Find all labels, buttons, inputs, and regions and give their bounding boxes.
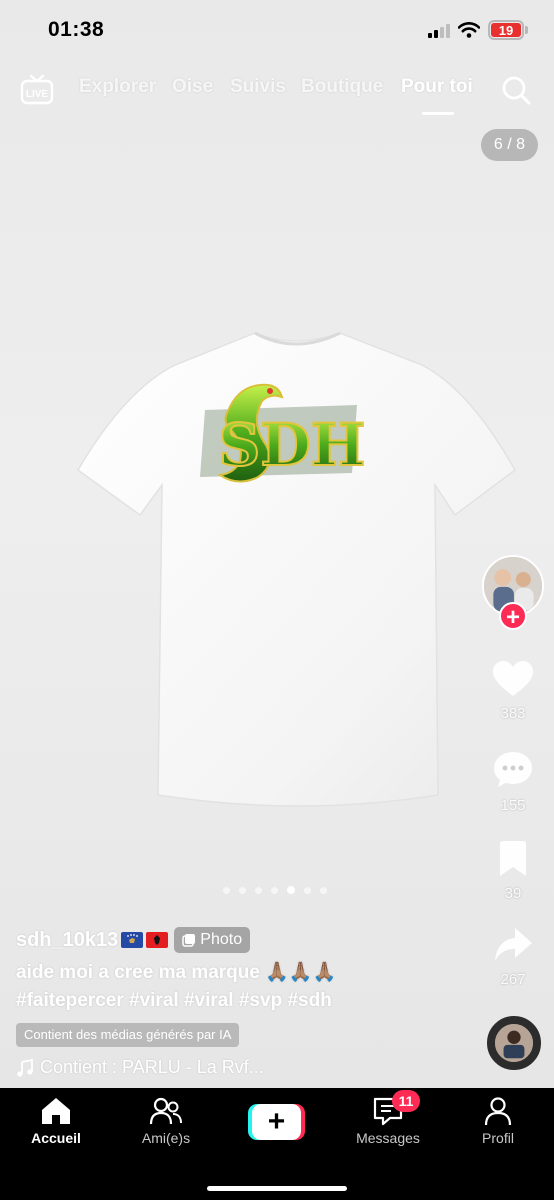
search-icon[interactable] (500, 74, 532, 106)
kosovo-flag (121, 932, 144, 948)
tab-pour-toi[interactable]: Pour toi (401, 76, 473, 98)
nav-friends[interactable]: Ami(e)s (116, 1096, 216, 1146)
create-button[interactable]: + (248, 1104, 305, 1140)
photo-icon (182, 934, 196, 947)
bottom-nav: Accueil Ami(e)s + Messages 11 Profil (0, 1088, 554, 1200)
carousel-dots (223, 886, 327, 894)
tshirt-image[interactable]: SDH (70, 325, 520, 845)
nav-profile[interactable]: Profil (448, 1096, 548, 1146)
heart-icon (493, 661, 533, 696)
nav-profile-label: Profil (482, 1130, 514, 1146)
battery-level: 19 (498, 22, 514, 38)
sound-disc-avatar[interactable] (487, 1016, 541, 1070)
post-caption: sdh_10k13 Photo aide moi a cree ma marqu… (16, 925, 476, 1078)
post-hashtags[interactable]: #faitepercer #viral #viral #svp #sdh (16, 987, 476, 1015)
friends-icon (149, 1097, 182, 1125)
share-icon (495, 928, 532, 961)
photo-badge-label: Photo (200, 931, 243, 948)
plus-icon: + (252, 1104, 301, 1140)
tab-boutique[interactable]: Boutique (301, 76, 383, 98)
signal-icon (428, 24, 450, 38)
nav-home-label: Accueil (31, 1130, 81, 1146)
nav-friends-label: Ami(e)s (141, 1130, 191, 1146)
comment-icon (494, 752, 532, 787)
like-button[interactable]: 383 (486, 660, 540, 722)
like-count: 383 (500, 705, 526, 722)
nav-home[interactable]: Accueil (6, 1096, 106, 1146)
follow-button[interactable]: + (499, 602, 527, 631)
photo-page-counter: 6 / 8 (481, 129, 538, 161)
ai-content-label[interactable]: Contient des médias générés par IA (16, 1023, 240, 1047)
music-title: Contient : PARLU - La Rvf... (40, 1057, 264, 1077)
wifi-icon (458, 22, 480, 38)
comment-button[interactable]: 155 (486, 750, 540, 814)
carousel-dot[interactable] (255, 886, 262, 894)
active-tab-indicator (422, 112, 454, 115)
tab-suivis[interactable]: Suivis (230, 76, 286, 98)
carousel-dot-active[interactable] (287, 886, 295, 894)
battery-tip (525, 26, 528, 34)
live-icon[interactable]: LIVE (20, 73, 54, 105)
save-button[interactable]: 39 (486, 840, 540, 902)
tab-oise[interactable]: Oise (172, 76, 213, 98)
carousel-dot[interactable] (239, 886, 246, 894)
profile-icon (484, 1097, 512, 1126)
carousel-dot[interactable] (320, 886, 327, 894)
feed-screen: 01:38 19 LIVE Explorer Oise Suivis Bouti… (0, 0, 554, 1088)
photo-badge: Photo (174, 927, 251, 953)
carousel-dot[interactable] (223, 886, 230, 894)
carousel-dot[interactable] (304, 886, 311, 894)
bookmark-icon (500, 841, 526, 876)
username[interactable]: sdh_10k13 (16, 929, 118, 952)
albania-flag (146, 932, 169, 948)
logo-text: SDH (219, 411, 366, 479)
music-note-icon (17, 1058, 33, 1077)
status-bar: 01:38 19 (0, 0, 554, 60)
battery-indicator: 19 (488, 20, 524, 40)
top-nav: LIVE Explorer Oise Suivis Boutique Pour … (0, 70, 554, 115)
post-description: aide moi a cree ma marque 🙏🏽🙏🏽🙏🏽 (16, 962, 337, 983)
music-row[interactable]: Contient : PARLU - La Rvf... (16, 1057, 476, 1078)
live-label: LIVE (26, 89, 49, 100)
tab-explorer[interactable]: Explorer (79, 76, 156, 98)
save-count: 39 (504, 885, 522, 902)
messages-badge: 11 (392, 1090, 420, 1112)
share-button[interactable]: 267 (486, 926, 540, 988)
home-indicator (207, 1186, 347, 1191)
nav-messages-label: Messages (356, 1130, 420, 1146)
carousel-dot[interactable] (271, 886, 278, 894)
comment-count: 155 (500, 797, 526, 814)
status-time: 01:38 (48, 18, 105, 41)
home-icon (42, 1098, 70, 1124)
share-count: 267 (500, 971, 526, 988)
nav-messages[interactable]: Messages (338, 1096, 438, 1146)
